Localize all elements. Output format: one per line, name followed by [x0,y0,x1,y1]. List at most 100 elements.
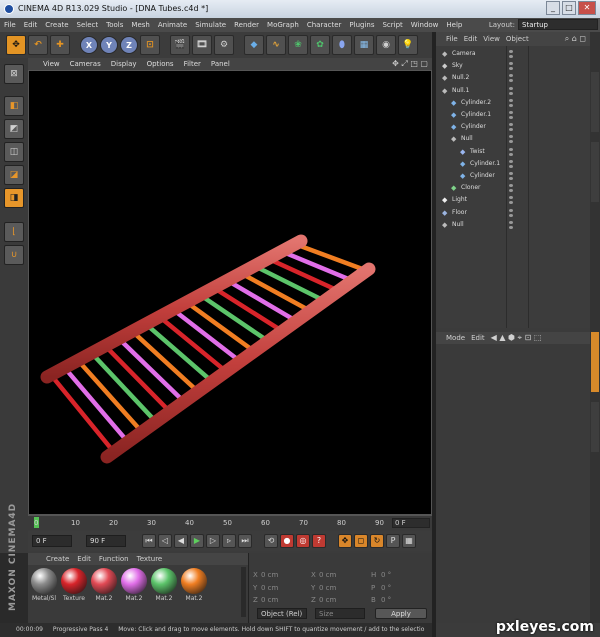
size-z-field[interactable]: 0 cm [319,596,336,604]
parameter-key-icon[interactable]: P [386,534,400,548]
size-x-field[interactable]: 0 cm [319,571,336,579]
scale-key-icon[interactable]: ◻ [354,534,368,548]
workplane-icon[interactable]: ⌊ [4,222,24,242]
menu-simulate[interactable]: Simulate [191,21,230,29]
position-z-field[interactable]: 0 cm [261,596,278,604]
render-picture-viewer-icon[interactable]: 🎞 [192,35,212,55]
om-object-name[interactable]: Camera [452,48,476,60]
start-frame-field[interactable]: 0 F [32,535,72,547]
add-tool-icon[interactable]: ✚ [50,35,70,55]
pla-key-icon[interactable]: ▦ [402,534,416,548]
om-object-name[interactable]: Light [452,194,467,206]
visibility-dots-icon[interactable] [509,159,513,168]
previous-key-icon[interactable]: ◁ [158,534,172,548]
rotation-key-icon[interactable]: ↻ [370,534,384,548]
menu-character[interactable]: Character [303,21,346,29]
viewport-nav-icons[interactable]: ✥ ⤢ ◳ ▢ [392,59,428,69]
visibility-dots-icon[interactable] [509,123,513,132]
material-swatch[interactable]: Metal/Sl [30,567,58,607]
size-select[interactable]: Size [315,608,365,619]
light-tool-icon[interactable]: 💡 [398,35,418,55]
keyframe-selection-icon[interactable]: ? [312,534,326,548]
visibility-dots-icon[interactable] [509,147,513,156]
side-tab-objects[interactable] [591,72,599,132]
om-object-row[interactable]: ◆ Cylinder [436,170,590,182]
visibility-dots-icon[interactable] [509,196,513,205]
visibility-dots-icon[interactable] [509,208,513,217]
move-tool-icon[interactable]: ✥ [6,35,26,55]
attr-menu-edit[interactable]: Edit [471,334,485,342]
apply-button[interactable]: Apply [375,608,427,619]
position-y-field[interactable]: 0 cm [261,584,278,592]
spline-icon[interactable]: ∿ [266,35,286,55]
cube-primitive-icon[interactable]: ◆ [244,35,264,55]
edges-mode-icon[interactable]: ◪ [4,165,24,185]
viewport-menu-filter[interactable]: Filter [179,60,206,68]
visibility-dots-icon[interactable] [509,135,513,144]
om-object-row[interactable]: ◆ Twist [436,146,590,158]
go-to-start-icon[interactable]: ⏮ [142,534,156,548]
om-object-row[interactable]: ◆ Null.1 [436,85,590,97]
play-icon[interactable]: ▶ [190,534,204,548]
go-to-end-icon[interactable]: ⏭ [238,534,252,548]
om-object-name[interactable]: Null [452,219,464,231]
om-object-row[interactable]: ◆ Null [436,219,590,231]
viewport-menu-options[interactable]: Options [142,60,179,68]
material-swatch[interactable]: Mat.2 [90,567,118,607]
attr-nav-icons[interactable]: ◀ ▲ ⬢ ⌖ ⊡ ⬚ [491,333,542,343]
camera-tool-icon[interactable]: ◉ [376,35,396,55]
om-object-name[interactable]: Cylinder [470,170,495,182]
visibility-dots-icon[interactable] [509,98,513,107]
viewport-menu-cameras[interactable]: Cameras [65,60,106,68]
rotation-b-field[interactable]: 0 ° [381,596,391,604]
points-mode-icon[interactable]: ◫ [4,142,24,162]
timeline-ruler[interactable]: 0 10 20 30 40 50 60 70 80 90 0 F [28,515,432,530]
end-frame-field[interactable]: 90 F [86,535,126,547]
current-frame-field[interactable]: 0 F [392,518,430,528]
step-back-icon[interactable]: ◀ [174,534,188,548]
om-object-row[interactable]: ◆ Light [436,194,590,206]
visibility-dots-icon[interactable] [509,62,513,71]
array-icon[interactable]: ✿ [310,35,330,55]
visibility-dots-icon[interactable] [509,50,513,58]
viewport-menu-view[interactable]: View [38,60,65,68]
side-tab-layers[interactable] [591,402,599,452]
side-tab-bar[interactable] [590,32,600,623]
record-keys-icon[interactable]: ● [280,534,294,548]
menu-edit[interactable]: Edit [20,21,42,29]
om-menu-object[interactable]: Object [506,35,529,43]
layout-select[interactable]: Startup [518,19,598,30]
om-object-row[interactable]: ◆ Camera [436,48,590,60]
menu-mograph[interactable]: MoGraph [263,21,303,29]
material-swatch[interactable]: Mat.2 [120,567,148,607]
nurbs-icon[interactable]: ❀ [288,35,308,55]
rotation-h-field[interactable]: 0 ° [381,571,391,579]
make-editable-icon[interactable]: ⊠ [4,64,24,84]
menu-window[interactable]: Window [407,21,443,29]
visibility-dots-icon[interactable] [509,74,513,83]
menu-help[interactable]: Help [442,21,466,29]
menu-plugins[interactable]: Plugins [345,21,378,29]
material-menu-create[interactable]: Create [42,555,73,563]
object-rel-select[interactable]: Object (Rel) [257,608,307,619]
viewport-render[interactable] [28,70,432,515]
om-object-row[interactable]: ◆ Null.2 [436,72,590,84]
scene-floor-icon[interactable]: ▦ [354,35,374,55]
menu-render[interactable]: Render [230,21,263,29]
om-object-row[interactable]: ◆ Cloner [436,182,590,194]
deformer-icon[interactable]: ⬮ [332,35,352,55]
visibility-dots-icon[interactable] [509,172,513,180]
material-swatch[interactable]: Mat.2 [180,567,208,607]
rotation-p-field[interactable]: 0 ° [381,584,391,592]
om-object-row[interactable]: ◆ Cylinder.1 [436,158,590,170]
menu-tools[interactable]: Tools [102,21,127,29]
material-swatch[interactable]: Texture [60,567,88,607]
step-forward-icon[interactable]: ▷ [206,534,220,548]
y-axis-button[interactable]: Y [100,36,118,54]
om-object-name[interactable]: Sky [452,60,463,72]
om-object-name[interactable]: Null.1 [452,85,469,97]
viewport-menu-panel[interactable]: Panel [206,60,235,68]
menu-mesh[interactable]: Mesh [127,21,153,29]
om-object-name[interactable]: Floor [452,207,467,219]
visibility-dots-icon[interactable] [509,86,513,95]
